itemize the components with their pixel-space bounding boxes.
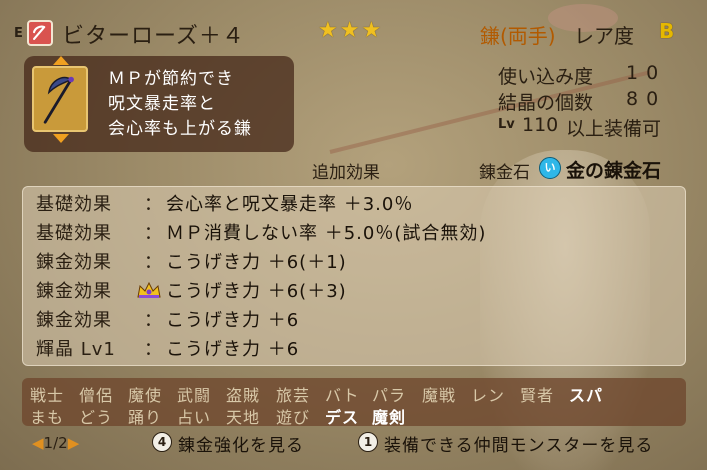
alchemy-stone-value: 金の錬金石 [566, 160, 662, 182]
usage-value: 10 [626, 62, 667, 84]
effect-label: 基礎効果 [36, 194, 112, 215]
page-number: 1/2 [43, 434, 68, 452]
view-monsters-button[interactable]: 装備できる仲間モンスターを見る [384, 431, 653, 456]
level-suffix: 以上装備可 [566, 118, 662, 140]
job-disabled: 戦士 [30, 386, 65, 405]
job-disabled: 魔使 [128, 386, 163, 405]
view-alchemy-button[interactable]: 錬金強化を見る [178, 431, 304, 456]
effect-label: 錬金効果 [36, 281, 112, 302]
alchemy-stone-label: 錬金石 [479, 163, 530, 183]
alchemy-stone-icon: い [539, 157, 561, 179]
job-disabled: 武闘 [177, 386, 212, 405]
effect-value: こうげき力 ＋6 [166, 310, 300, 331]
button-4-icon[interactable]: 4 [152, 432, 172, 452]
effect-label: 錬金効果 [36, 310, 112, 331]
effect-colon: ： [144, 194, 162, 215]
button-1-icon[interactable]: 1 [358, 432, 378, 452]
page-right-icon[interactable]: ▶ [68, 434, 80, 452]
rarity-value: B [659, 19, 675, 43]
job-disabled: 盗賊 [226, 386, 261, 405]
effect-row: 基礎効果 ：会心率と呪文暴走率 ＋3.0％ [36, 190, 596, 216]
description-line-3: 会心率も上がる鎌 [108, 119, 252, 139]
crown-icon [136, 280, 162, 300]
crystal-label: 結晶の個数 [498, 92, 594, 114]
job-disabled: レン [471, 386, 506, 405]
effect-value: こうげき力 ＋6 [166, 339, 300, 360]
job-disabled: 遊び [276, 408, 311, 427]
effect-value: こうげき力 ＋6(＋3) [166, 281, 347, 302]
job-enabled: 魔剣 [372, 408, 407, 427]
job-disabled: バト [325, 386, 360, 405]
effect-value: 会心率と呪文暴走率 ＋3.0％ [166, 194, 414, 215]
effect-colon: ： [144, 310, 162, 331]
weapon-type: 鎌(両手) [480, 24, 556, 48]
job-disabled: 魔戦 [422, 386, 457, 405]
job-disabled: 天地 [226, 408, 261, 427]
level-value: 110 [522, 114, 559, 136]
job-disabled: まも [30, 408, 65, 427]
effect-label: 基礎効果 [36, 223, 112, 244]
job-enabled: デス [325, 408, 360, 427]
rarity-label: レア度 [574, 24, 634, 48]
crystal-value: 80 [626, 88, 667, 110]
background-staff-decoration [329, 70, 651, 154]
effect-row: 錬金効果 ：こうげき力 ＋6 [36, 306, 596, 332]
effect-row: 錬金効果：こうげき力 ＋6(＋3) [36, 277, 596, 303]
effect-value: こうげき力 ＋6(＋1) [166, 252, 347, 273]
job-disabled: 賢者 [520, 386, 555, 405]
effect-row: 輝晶 Lv1 ：こうげき力 ＋6 [36, 335, 596, 361]
item-name: ビターローズ＋４ [62, 24, 245, 49]
job-disabled: 旅芸 [276, 386, 311, 405]
effect-label: 錬金効果 [36, 252, 112, 273]
scythe-category-icon [27, 20, 53, 46]
job-disabled: 僧侶 [79, 386, 114, 405]
usage-label: 使い込み度 [498, 66, 594, 88]
job-disabled: パラ [372, 386, 407, 405]
effect-colon: ： [144, 223, 162, 244]
page-indicator[interactable]: ◀1/2▶ [32, 434, 79, 452]
job-enabled: スパ [569, 386, 604, 405]
effect-colon: ： [144, 252, 162, 273]
job-disabled: 踊り [128, 408, 163, 427]
item-detail-screen: E ビターローズ＋４ ★★★ 鎌(両手) レア度 B ＭＰが節約でき 呪文暴走率… [0, 0, 707, 470]
effect-colon: ： [144, 339, 162, 360]
description-line-2: 呪文暴走率と [108, 94, 216, 114]
effect-row: 錬金効果 ：こうげき力 ＋6(＋1) [36, 248, 596, 274]
job-disabled: どう [79, 408, 114, 427]
effect-label: 輝晶 Lv1 [36, 339, 116, 360]
page-left-icon[interactable]: ◀ [32, 434, 44, 452]
job-disabled: 占い [177, 408, 212, 427]
next-item-arrow-icon[interactable] [53, 134, 69, 143]
effect-value: ＭＰ消費しない率 ＋5.0％(試合無効) [166, 223, 487, 244]
level-tag: Lv [498, 117, 515, 132]
star-rating: ★★★ [318, 18, 384, 43]
equipped-mark: E [14, 26, 23, 41]
description-line-1: ＭＰが節約でき [108, 69, 234, 89]
effect-row: 基礎効果 ： ＭＰ消費しない率 ＋5.0％(試合無効) [36, 219, 596, 245]
previous-item-arrow-icon[interactable] [53, 56, 69, 65]
extra-effects-label: 追加効果 [312, 163, 380, 183]
scythe-icon [32, 66, 88, 132]
